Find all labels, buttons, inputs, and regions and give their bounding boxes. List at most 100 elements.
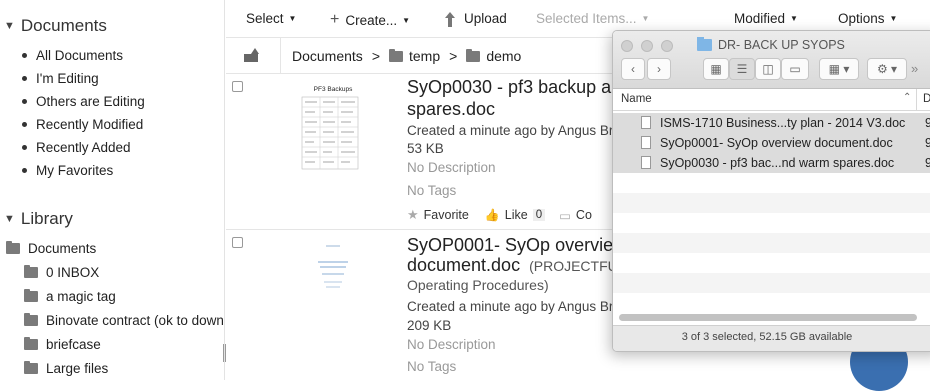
document-title-continued[interactable]: spares.doc <box>407 98 495 120</box>
create-menu-button[interactable]: + Create... ▼ <box>330 11 410 29</box>
folder-icon <box>24 288 38 302</box>
arrange-menu-button[interactable]: ▦ ▾ <box>819 58 859 80</box>
library-folder-briefcase[interactable]: briefcase <box>24 332 101 356</box>
filter-recently-added[interactable]: Recently Added <box>22 136 145 159</box>
document-tags: No Tags <box>407 183 457 198</box>
column-divider[interactable] <box>916 89 917 111</box>
folder-icon <box>389 48 403 62</box>
cover-flow-button[interactable]: ▭ <box>781 58 809 80</box>
filter-others-editing[interactable]: Others are Editing <box>22 90 145 113</box>
sort-chevron-up-icon: ⌃ <box>903 92 912 103</box>
finder-file-row[interactable]: SyOp0030 - pf3 bac...nd warm spares.doc … <box>613 153 930 173</box>
select-menu-button[interactable]: Select ▼ <box>246 11 296 26</box>
options-menu-button[interactable]: Options ▼ <box>838 11 897 26</box>
document-size: 53 KB <box>407 141 444 156</box>
icon-view-button[interactable]: ▦ <box>703 58 729 80</box>
bullet-icon <box>22 122 27 127</box>
back-button[interactable]: ‹ <box>621 58 645 80</box>
caret-down-icon: ▼ <box>889 14 898 23</box>
library-folder-0-inbox[interactable]: 0 INBOX <box>24 260 99 284</box>
document-title-continued[interactable]: document.doc (PROJECTFUS <box>407 254 627 277</box>
document-thumbnail[interactable] <box>298 238 368 328</box>
comment-icon[interactable]: ▭ <box>559 208 571 223</box>
filter-im-editing[interactable]: I'm Editing <box>22 67 145 90</box>
documents-heading: Documents <box>20 16 107 35</box>
folder-icon <box>24 360 38 374</box>
caret-down-icon: ▼ <box>790 14 798 23</box>
document-file-icon <box>641 136 651 149</box>
library-folder-magic-tag[interactable]: a magic tag <box>24 284 116 308</box>
caret-down-icon: ▼ <box>402 15 411 25</box>
horizontal-scrollbar[interactable] <box>619 314 917 321</box>
filter-recently-modified[interactable]: Recently Modified <box>22 113 145 136</box>
list-view-button[interactable]: ☰ <box>729 58 755 80</box>
comment-link[interactable]: Co <box>576 208 592 222</box>
thumbs-up-icon[interactable]: 👍 <box>485 208 500 222</box>
forward-button[interactable]: › <box>647 58 671 80</box>
folder-icon <box>24 336 38 350</box>
sort-modified-button[interactable]: Modified ▼ <box>734 11 798 26</box>
finder-window-title: DR- BACK UP SYOPS <box>697 37 845 52</box>
window-controls <box>621 40 681 52</box>
bullet-icon <box>22 145 27 150</box>
folder-icon <box>24 264 38 278</box>
document-thumbnail[interactable]: PF3 Backups <box>298 84 368 174</box>
finder-window: DR- BACK UP SYOPS ‹ › ▦ ☰ ◫ ▭ ▦ ▾ ⚙ ▾ » … <box>612 30 930 352</box>
sidebar: ▼ Documents All Documents I'm Editing Ot… <box>0 0 224 380</box>
thumbnail-table-graphic <box>301 96 359 170</box>
document-filter-list: All Documents I'm Editing Others are Edi… <box>22 44 145 182</box>
upload-icon <box>444 11 456 26</box>
library-folder-binovate[interactable]: Binovate contract (ok to down <box>24 308 224 332</box>
document-title[interactable]: SyOp0030 - pf3 backup an <box>407 76 621 98</box>
date-column-header[interactable]: D <box>923 93 930 105</box>
bullet-icon <box>22 53 27 58</box>
row-select-checkbox[interactable] <box>232 81 243 92</box>
bullet-icon <box>22 168 27 173</box>
row-select-checkbox[interactable] <box>232 237 243 248</box>
breadcrumb-documents[interactable]: Documents <box>292 48 363 64</box>
finder-file-row[interactable]: ISMS-1710 Business...ty plan - 2014 V3.d… <box>613 113 930 133</box>
folder-up-icon[interactable] <box>244 48 260 62</box>
breadcrumb-demo[interactable]: demo <box>486 48 521 64</box>
finder-empty-row <box>613 213 930 233</box>
breadcrumb-temp[interactable]: temp <box>409 48 440 64</box>
collapse-triangle-icon[interactable]: ▼ <box>4 213 15 225</box>
filter-all-documents[interactable]: All Documents <box>22 44 145 67</box>
library-root-documents[interactable]: Documents <box>6 236 96 260</box>
collapse-triangle-icon[interactable]: ▼ <box>4 20 15 32</box>
star-icon[interactable]: ★ <box>407 207 419 223</box>
name-column-header[interactable]: Name <box>621 93 652 105</box>
grid-view-icon: ▦ <box>710 62 722 76</box>
document-created: Created a minute ago by Angus Bra <box>407 123 621 138</box>
document-title[interactable]: SyOP0001- SyOp overview <box>407 234 626 256</box>
bullet-icon <box>22 76 27 81</box>
document-file-icon <box>641 116 651 129</box>
finder-file-row[interactable]: SyOp0001- SyOp overview document.doc 9 <box>613 133 930 153</box>
toolbar-overflow-icon[interactable]: » <box>911 61 918 76</box>
filter-my-favorites[interactable]: My Favorites <box>22 159 145 182</box>
breadcrumb-separator: > <box>371 48 380 64</box>
like-link[interactable]: Like <box>505 208 528 222</box>
thumbnail-page-graphic <box>318 245 348 288</box>
library-folder-large-files[interactable]: Large files <box>24 356 108 380</box>
folder-icon <box>6 240 20 254</box>
upload-button[interactable]: Upload <box>444 11 507 26</box>
close-window-icon[interactable] <box>621 40 633 52</box>
caret-down-icon: ▼ <box>288 14 297 23</box>
column-view-button[interactable]: ◫ <box>755 58 781 80</box>
breadcrumb: Documents > temp > demo <box>292 48 521 64</box>
documents-section-header[interactable]: ▼ Documents <box>4 16 107 36</box>
document-file-icon <box>641 156 651 169</box>
action-menu-button[interactable]: ⚙ ▾ <box>867 58 907 80</box>
selected-items-menu-button[interactable]: Selected Items... ▼ <box>536 11 649 26</box>
folder-icon <box>466 48 481 62</box>
document-created: Created a minute ago by Angus Bra <box>407 299 621 314</box>
library-section-header[interactable]: ▼ Library <box>4 209 73 229</box>
document-actions: ★ Favorite 👍 Like 0 ▭ Co <box>407 207 592 223</box>
library-heading: Library <box>20 209 73 228</box>
zoom-window-icon[interactable] <box>661 40 673 52</box>
minimize-window-icon[interactable] <box>641 40 653 52</box>
favorite-link[interactable]: Favorite <box>424 208 469 222</box>
sidebar-divider <box>224 0 225 380</box>
caret-down-icon: ▼ <box>641 14 650 23</box>
